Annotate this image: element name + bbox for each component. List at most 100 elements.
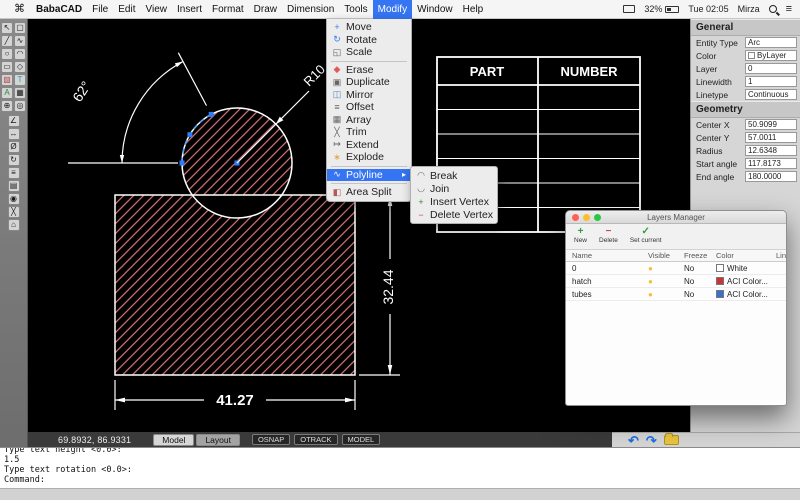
selection-box-tool-icon[interactable]: ▢ [14,22,26,34]
new-layer-button[interactable]: + New [574,226,587,249]
arc-tool-icon[interactable]: ◠ [14,48,26,60]
close-button[interactable] [572,214,579,221]
model-toggle[interactable]: MODEL [342,434,381,445]
menubar-item-help[interactable]: Help [458,0,489,19]
vertical-dimension[interactable]: 32.44 [359,196,400,375]
folder-icon[interactable] [664,435,679,445]
linear-dimension-tool-icon[interactable]: ↔ [8,128,20,140]
menubar-item-draw[interactable]: Draw [249,0,282,19]
battery-status[interactable]: 32% [644,4,679,14]
diameter-dimension-tool-icon[interactable]: Ø [8,141,20,153]
tab-model[interactable]: Model [153,434,194,446]
apple-menu-icon[interactable]: ⌘ [8,0,31,19]
spline-tool-icon[interactable]: ∿ [14,35,26,47]
zoom-button[interactable] [594,214,601,221]
layer-value[interactable]: 0 [745,63,797,74]
layers-window-titlebar[interactable]: Layers Manager [566,211,786,224]
visible-bulb-icon[interactable]: ● [648,264,684,273]
menubar-item-window[interactable]: Window [412,0,458,19]
osnap-toggle[interactable]: OSNAP [252,434,290,445]
linewidth-value[interactable]: 1 [745,76,797,87]
otrack-toggle[interactable]: OTRACK [294,434,337,445]
home-view-tool-icon[interactable]: ⌂ [8,219,20,231]
linetype-value[interactable]: Continuous [745,89,797,100]
menubar-item-insert[interactable]: Insert [172,0,207,19]
set-current-layer-button[interactable]: ✓ Set current [630,226,662,249]
redo-icon[interactable]: ↷ [646,434,657,447]
menubar-item-app[interactable]: BabaCAD [31,0,87,19]
menu-item-duplicate[interactable]: ▣ Duplicate [327,76,411,89]
notification-list-icon[interactable]: ≡ [786,3,792,15]
select-tool-icon[interactable]: ↖ [1,22,13,34]
tab-layout[interactable]: Layout [196,434,240,446]
menu-item-move[interactable]: + Move [327,21,411,34]
angular-dimension-tool-icon[interactable]: ∠ [8,115,20,127]
layer-row-hatch[interactable]: hatch ● No ACI Color... [566,275,786,288]
entity-type-value[interactable]: Arc [745,37,797,48]
hatch-entity[interactable] [115,108,355,375]
end-angle-value[interactable]: 180.0000 [745,171,797,182]
menu-item-area-split[interactable]: ◧ Area Split [327,186,411,199]
donut-tool-icon[interactable]: ◎ [14,100,26,112]
submenu-item-join[interactable]: ◡ Join [411,182,497,195]
start-angle-value[interactable]: 117.8173 [745,158,797,169]
color-value[interactable]: ByLayer [745,50,797,61]
display-icon[interactable] [623,5,635,13]
horizontal-scrollbar[interactable] [0,488,800,500]
command-console[interactable]: Type text height <0.0>: 1.5 Type text ro… [0,447,800,488]
menubar-item-tools[interactable]: Tools [339,0,372,19]
undo-icon[interactable]: ↶ [628,434,639,447]
line-tool-icon[interactable]: ╱ [1,35,13,47]
hatch-tool-icon[interactable]: ▨ [1,74,13,86]
delete-tool-icon[interactable]: ╳ [8,206,20,218]
submenu-item-delete-vertex[interactable]: − Delete Vertex [411,208,497,221]
polygon-tool-icon[interactable]: ◇ [14,61,26,73]
menubar-item-file[interactable]: File [87,0,113,19]
layer-row-0[interactable]: 0 ● No White [566,262,786,275]
rectangle-tool-icon[interactable]: ▭ [1,61,13,73]
center-x-value[interactable]: 50.9099 [745,119,797,130]
layer-color-swatch[interactable] [716,290,724,298]
text-tool-icon[interactable]: T [14,74,26,86]
menu-item-mirror[interactable]: ◫ Mirror [327,89,411,102]
center-y-value[interactable]: 57.0011 [745,132,797,143]
submenu-item-break[interactable]: ◠ Break [411,169,497,182]
visible-bulb-icon[interactable]: ● [648,277,684,286]
command-prompt[interactable]: Command: [4,475,796,485]
rotate-tool-icon[interactable]: ↻ [8,154,20,166]
layer-row-tubes[interactable]: tubes ● No ACI Color... [566,288,786,301]
menu-item-trim[interactable]: ╳ Trim [327,126,411,139]
menu-item-explode[interactable]: ∗ Explode [327,151,411,164]
layer-color-swatch[interactable] [716,277,724,285]
menu-item-polyline[interactable]: ∿ Polyline ▸ [327,169,411,182]
point-tool-icon[interactable]: ⊕ [1,100,13,112]
radius-value[interactable]: 12.6348 [745,145,797,156]
mtext-tool-icon[interactable]: A [1,87,13,99]
menu-item-array[interactable]: ▦ Array [327,114,411,127]
menubar-item-edit[interactable]: Edit [113,0,140,19]
area-split-icon: ◧ [332,187,342,198]
visible-bulb-icon[interactable]: ● [648,290,684,299]
menu-item-extend[interactable]: ↦ Extend [327,139,411,152]
spotlight-search-icon[interactable] [769,5,777,13]
menubar-item-format[interactable]: Format [207,0,249,19]
menu-item-rotate[interactable]: ↻ Rotate [327,34,411,47]
horizontal-dimension[interactable]: 41.27 [115,380,355,410]
circle-tool-icon[interactable]: ○ [1,48,13,60]
menubar-item-dimension[interactable]: Dimension [282,0,339,19]
menu-item-offset[interactable]: ≡ Offset [327,101,411,114]
menubar-item-view[interactable]: View [140,0,172,19]
menu-item-erase[interactable]: ◆ Erase [327,64,411,77]
minimize-button[interactable] [583,214,590,221]
layer-color-swatch[interactable] [716,264,724,272]
table-tool-icon[interactable]: ▦ [14,87,26,99]
delete-layer-button[interactable]: − Delete [599,226,618,249]
snap-tool-icon[interactable]: ◉ [8,193,20,205]
layers-tool-icon[interactable]: ≡ [8,167,20,179]
submenu-item-insert-vertex[interactable]: + Insert Vertex [411,195,497,208]
properties-tool-icon[interactable]: ▤ [8,180,20,192]
menubar-item-modify[interactable]: Modify [373,0,412,19]
menu-item-scale[interactable]: ◱ Scale [327,46,411,59]
menubar-user[interactable]: Mirza [738,4,760,14]
menubar-clock[interactable]: Tue 02:05 [688,4,728,14]
